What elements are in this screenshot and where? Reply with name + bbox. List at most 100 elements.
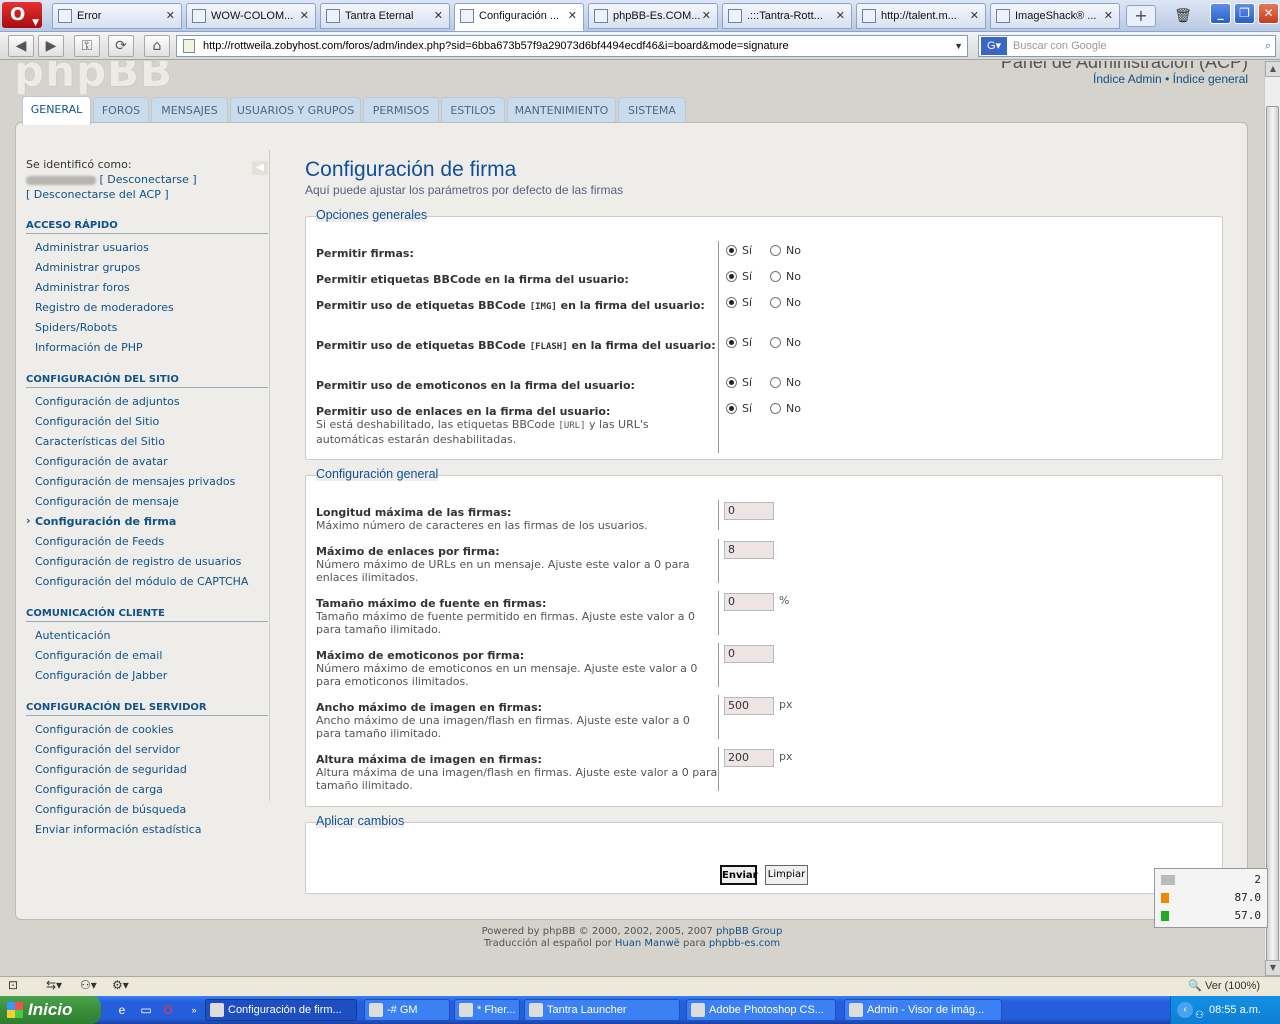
expand-icon[interactable]: » [186,1002,202,1018]
close-tab-icon[interactable]: ✕ [970,4,979,28]
sidebar-item[interactable]: Administrar foros [26,278,270,298]
sidebar-item[interactable]: Configuración de avatar [26,452,270,472]
sidebar-item[interactable]: Configuración de firma [26,511,270,532]
tab-sistema[interactable]: SISTEMA [618,97,686,124]
network-icon[interactable]: ⚇▾ [80,978,97,992]
sidebar-item[interactable]: Configuración de mensajes privados [26,472,270,492]
key-icon[interactable]: ⚿ [74,35,100,57]
sidebar-item[interactable]: Configuración del Sitio [26,412,270,432]
sidebar-item[interactable]: Configuración de mensaje [26,492,270,512]
back-icon[interactable]: ◀ [8,35,34,57]
translator-link[interactable]: Huan Manwë [615,938,680,949]
browser-tab-error[interactable]: Error ✕ [52,3,182,29]
browser-tab-wow[interactable]: WOW-COLOM... ✕ [186,3,316,29]
collapse-sidebar-icon[interactable]: ◀ [252,161,268,175]
sidebar-item[interactable]: Configuración de adjuntos [26,392,270,412]
taskbar-button[interactable]: Adobe Photoshop CS... [686,999,836,1021]
chevron-down-icon[interactable]: ▼ [954,36,963,56]
sidebar-item[interactable]: Configuración de email [26,646,270,666]
taskbar-button[interactable]: -# GM [364,999,450,1021]
new-tab-button[interactable]: + [1126,5,1156,27]
scroll-thumb[interactable] [1266,106,1279,961]
phpbb-group-link[interactable]: phpBB Group [716,926,782,937]
tab-general[interactable]: GENERAL [22,96,91,125]
sidebar-item[interactable]: Enviar información estadística [26,820,270,840]
config-input[interactable]: 0 [724,502,774,520]
logout-acp-link[interactable]: [ Desconectarse del ACP ] [26,188,169,201]
tab-mantenimiento[interactable]: MANTENIMIENTO [507,97,616,124]
scroll-down-icon[interactable]: ▼ [1265,960,1280,976]
sidebar-item[interactable]: Administrar usuarios [26,238,270,258]
sidebar-item[interactable]: Configuración de cookies [26,720,270,740]
vertical-scrollbar[interactable]: ▲ ▼ [1264,61,1280,976]
phpbb-es-link[interactable]: phpbb-es.com [709,938,780,949]
reset-button[interactable]: Limpiar [765,865,808,885]
tab-permisos[interactable]: PERMISOS [363,97,439,124]
tab-foros[interactable]: FOROS [93,97,149,124]
browser-tab-configuracion[interactable]: Configuración ... ✕ [454,3,584,31]
minimize-button[interactable]: _ [1210,3,1231,24]
browser-tab-talent[interactable]: http://talent.m... ✕ [856,3,986,29]
tray-expand-icon[interactable]: ‹ [1177,1002,1193,1018]
config-input[interactable]: 500 [724,697,774,715]
admin-index-link[interactable]: Índice Admin [1093,72,1162,86]
network-tray-icon[interactable]: ⚇ [1195,1002,1204,1024]
config-input[interactable]: 0 [724,645,774,663]
config-input[interactable]: 200 [724,749,774,767]
radio-yes[interactable] [726,270,737,282]
radio-no[interactable] [770,270,782,282]
zoom-control[interactable]: 🔍 Ver (100%) [1188,979,1260,992]
radio-no[interactable] [770,244,782,256]
sidebar-item[interactable]: Configuración de Jabber [26,666,270,686]
sidebar-item[interactable]: Registro de moderadores [26,298,270,318]
scroll-up-icon[interactable]: ▲ [1265,61,1280,77]
config-input[interactable]: 8 [724,541,774,559]
close-tab-icon[interactable]: ✕ [166,4,175,28]
sidebar-item[interactable]: Configuración de carga [26,780,270,800]
config-input[interactable]: 0 [724,593,774,611]
close-tab-icon[interactable]: ✕ [702,4,711,28]
sidebar-item[interactable]: Configuración del módulo de CAPTCHA [26,572,270,592]
radio-no[interactable] [770,376,782,388]
sidebar-item[interactable]: Configuración de seguridad [26,760,270,780]
sidebar-item[interactable]: Autenticación [26,626,270,646]
start-button[interactable]: Inicio [0,996,101,1024]
close-tab-icon[interactable]: ✕ [836,4,845,28]
forward-icon[interactable]: ▶ [38,35,64,57]
close-tab-icon[interactable]: ✕ [434,4,443,28]
browser-tab-phpbb-es[interactable]: phpBB-Es.COM... ✕ [588,3,718,29]
sidebar-item[interactable]: Configuración de búsqueda [26,800,270,820]
radio-no[interactable] [770,402,782,414]
panel-toggle-icon[interactable]: ⊡ [8,978,18,992]
tab-estilos[interactable]: ESTILOS [441,97,505,124]
radio-no[interactable] [770,336,782,348]
home-icon[interactable]: ⌂ [144,35,170,57]
maximize-button[interactable]: ❐ [1234,3,1255,24]
tab-mensajes[interactable]: MENSAJES [151,97,228,124]
sidebar-item[interactable]: Spiders/Robots [26,318,270,338]
close-tab-icon[interactable]: ✕ [568,4,577,28]
radio-no[interactable] [770,296,782,308]
sidebar-item[interactable]: Configuración de registro de usuarios [26,552,270,572]
radio-yes[interactable] [726,376,737,388]
browser-tab-tantra-rott[interactable]: .:::Tantra-Rott... ✕ [722,3,852,29]
search-icon[interactable]: ⌕ [1265,36,1271,56]
sidebar-item[interactable]: Características del Sitio [26,432,270,452]
taskbar-button[interactable]: Configuración de firm... [205,999,357,1021]
forum-index-link[interactable]: Índice general [1173,72,1248,86]
sidebar-item[interactable]: Configuración de Feeds [26,532,270,552]
reload-icon[interactable]: ⟳ [108,35,134,57]
search-engine-icon[interactable]: G▾ [981,37,1007,55]
close-tab-icon[interactable]: ✕ [300,4,309,28]
radio-yes[interactable] [726,402,737,414]
taskbar-button[interactable]: Tantra Launcher [524,999,680,1021]
browser-tab-imageshack[interactable]: ImageShack® ... ✕ [990,3,1120,29]
radio-yes[interactable] [726,244,737,256]
desktop-icon[interactable]: ▭ [138,1002,154,1018]
sidebar-item[interactable]: Información de PHP [26,338,270,358]
submit-button[interactable]: Enviar [720,865,758,885]
opera-icon[interactable]: O [160,1002,176,1018]
address-bar[interactable]: http://rottweila.zobyhost.com/foros/adm/… [176,35,968,57]
search-input[interactable]: G▾ Buscar con Google ⌕ [978,35,1276,57]
trash-icon[interactable]: 🗑 [1170,4,1196,28]
